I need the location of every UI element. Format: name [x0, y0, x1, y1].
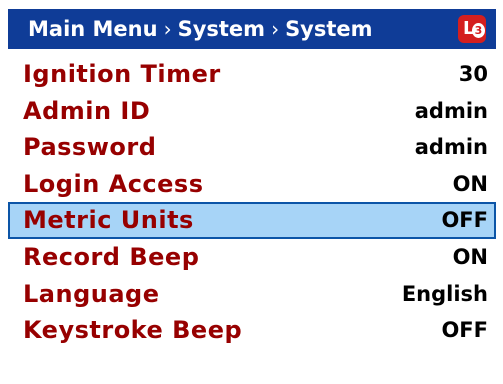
l3-logo-icon: L 3: [458, 15, 486, 43]
menu-item-value: OFF: [441, 208, 488, 233]
menu-item-record-beep[interactable]: Record Beep ON: [8, 239, 496, 276]
menu-item-label: Login Access: [23, 169, 204, 198]
breadcrumb-item-main-menu[interactable]: Main Menu: [28, 17, 158, 41]
menu-item-value: English: [401, 281, 488, 306]
logo-number: 3: [472, 23, 485, 38]
menu-item-label: Keystroke Beep: [23, 316, 243, 345]
menu-item-value: ON: [452, 171, 488, 196]
menu-header: Main Menu › System › System L 3: [8, 9, 496, 49]
menu-item-label: Record Beep: [23, 242, 200, 271]
menu-item-label: Language: [23, 279, 160, 308]
menu-item-label: Password: [23, 133, 157, 162]
menu-item-ignition-timer[interactable]: Ignition Timer 30: [8, 56, 496, 93]
menu-item-value: 30: [458, 62, 488, 86]
menu-item-password[interactable]: Password admin: [8, 129, 496, 166]
screen: Main Menu › System › System L 3 Ignition Tim…: [0, 0, 503, 384]
menu-item-keystroke-beep[interactable]: Keystroke Beep OFF: [8, 312, 496, 349]
menu-item-metric-units[interactable]: Metric Units OFF: [8, 202, 496, 239]
menu-item-label: Ignition Timer: [23, 60, 221, 88]
menu-item-admin-id[interactable]: Admin ID admin: [8, 93, 496, 130]
menu-item-value: admin: [414, 135, 488, 160]
menu-item-language[interactable]: Language English: [8, 276, 496, 313]
breadcrumb-item-current-system: System: [285, 17, 373, 41]
menu-item-label: Admin ID: [23, 96, 151, 125]
system-settings-menu: Ignition Timer 30 Admin ID admin Passwor…: [8, 56, 496, 349]
breadcrumb: Main Menu › System › System: [28, 9, 373, 49]
menu-item-login-access[interactable]: Login Access ON: [8, 166, 496, 203]
menu-item-label: Metric Units: [23, 206, 194, 235]
breadcrumb-separator-icon: ›: [271, 17, 280, 41]
menu-item-value: admin: [414, 98, 488, 123]
breadcrumb-separator-icon: ›: [163, 17, 172, 41]
breadcrumb-item-system[interactable]: System: [178, 17, 265, 41]
menu-item-value: OFF: [441, 318, 488, 343]
menu-item-value: ON: [452, 244, 488, 269]
